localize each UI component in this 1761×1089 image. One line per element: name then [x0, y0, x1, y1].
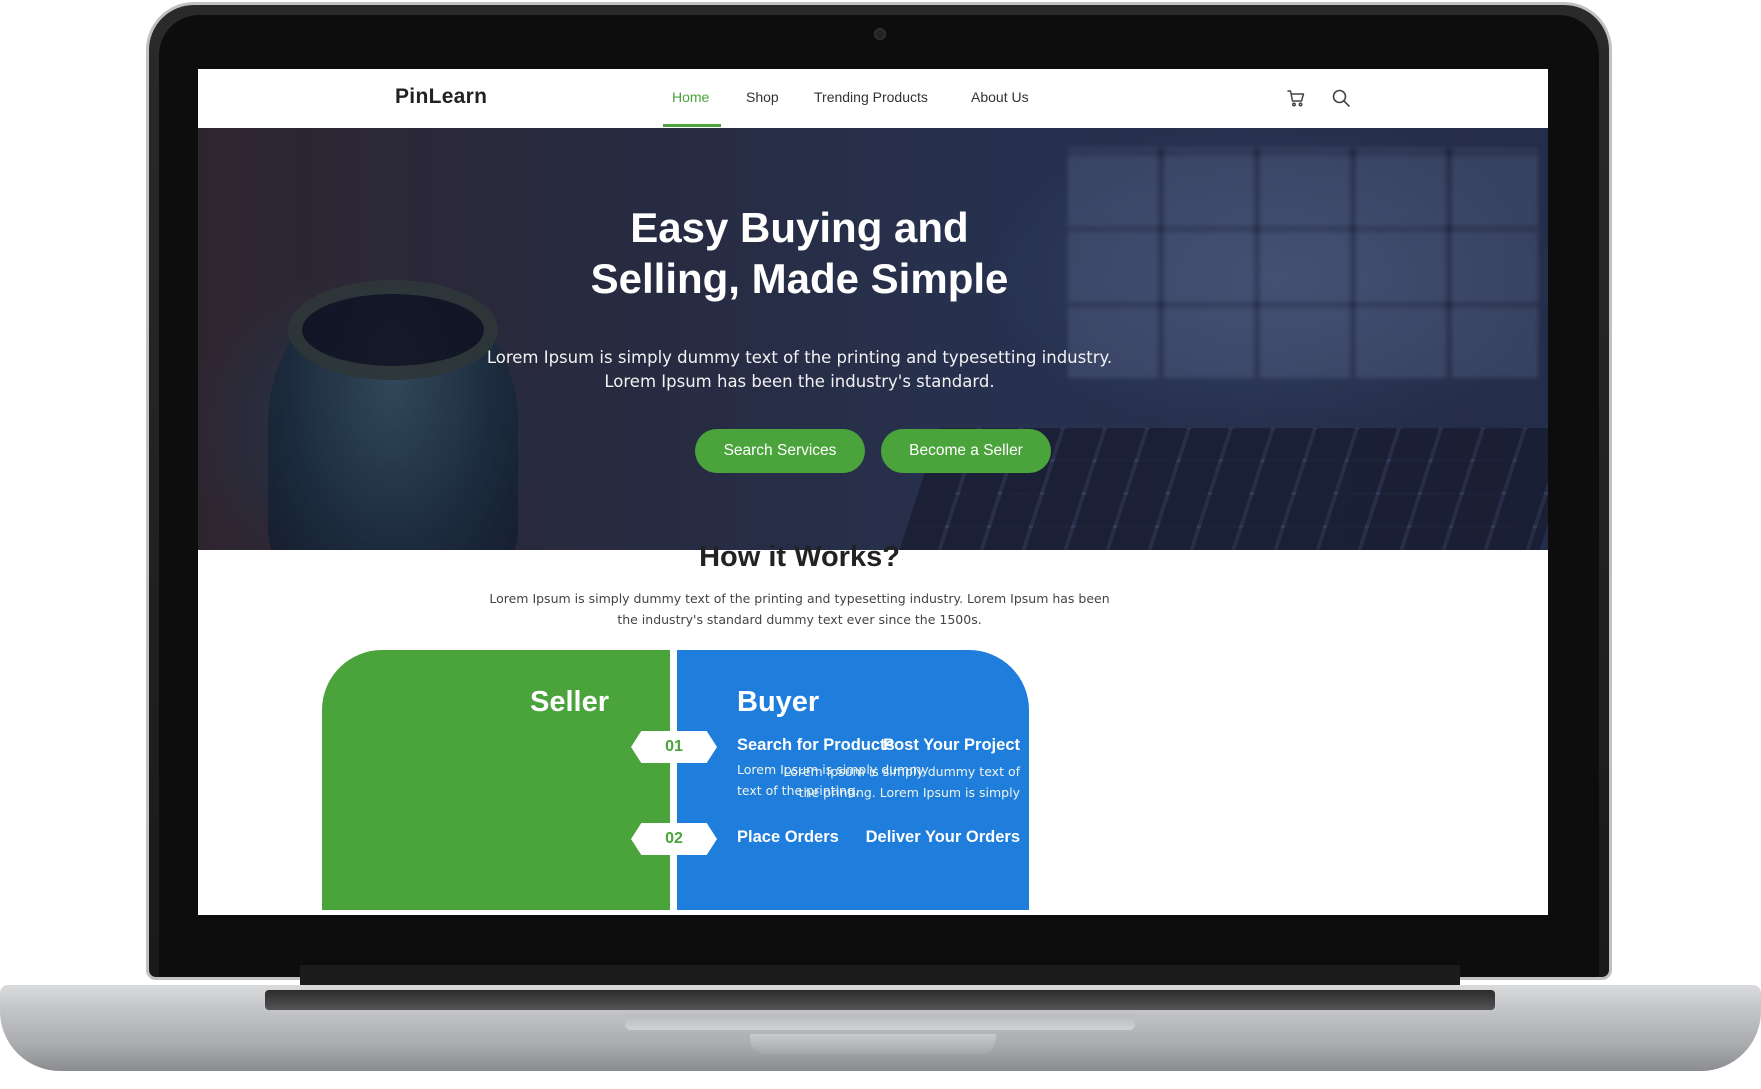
how-it-works-title: How it Works? [699, 541, 900, 573]
site-logo[interactable]: PinLearn [395, 85, 487, 109]
nav-item-trending-products[interactable]: Trending Products [814, 89, 928, 105]
hero-subtitle: Lorem Ipsum is simply dummy text of the … [198, 346, 1401, 394]
buyer-step-1-title: Search for Products [737, 736, 895, 754]
nav-item-shop[interactable]: Shop [746, 89, 779, 105]
become-seller-button[interactable]: Become a Seller [881, 429, 1051, 473]
hero-title: Easy Buying and Selling, Made Simple [198, 202, 1401, 304]
search-services-button[interactable]: Search Services [695, 429, 865, 473]
how-subtitle-line-1: Lorem Ipsum is simply dummy text of the … [489, 591, 1110, 606]
hero-overlay [198, 128, 1548, 550]
nav-item-home[interactable]: Home [672, 89, 709, 105]
top-navbar: PinLearn Home Shop Trending Products Abo… [198, 69, 1548, 129]
buyer-step-1-text: Lorem Ipsum is simply dummy text of the … [737, 759, 929, 801]
seller-step-1-title: Post Your Project [883, 736, 1020, 754]
hero-title-line-1: Easy Buying and [630, 204, 969, 251]
cart-icon[interactable] [1286, 88, 1306, 108]
browser-viewport: PinLearn Home Shop Trending Products Abo… [198, 69, 1548, 915]
nav-item-about-us[interactable]: About Us [971, 89, 1029, 105]
step-badge-02: 02 [631, 823, 717, 855]
hero-subtitle-line-1: Lorem Ipsum is simply dummy text of the … [486, 348, 1113, 367]
active-nav-indicator [663, 124, 721, 127]
buyer-step-1-text-line-2: text of the printing. [737, 783, 859, 798]
buyer-step-2-title: Place Orders [737, 828, 839, 846]
laptop-keyboard-slot [265, 990, 1495, 1010]
seller-heading: Seller [530, 686, 609, 718]
seller-panel [322, 650, 670, 910]
hero-title-line-2: Selling, Made Simple [590, 255, 1009, 302]
laptop-opening-notch [750, 1034, 996, 1054]
laptop-trackpad-edge [625, 1014, 1135, 1030]
how-it-works-subtitle: Lorem Ipsum is simply dummy text of the … [198, 588, 1401, 630]
seller-step-2-title: Deliver Your Orders [865, 828, 1020, 846]
search-icon[interactable] [1331, 88, 1351, 108]
webcam-icon [874, 28, 886, 40]
buyer-heading: Buyer [737, 686, 820, 718]
buyer-step-1-text-line-1: Lorem Ipsum is simply dummy [737, 762, 929, 777]
how-subtitle-line-2: the industry's standard dummy text ever … [617, 612, 982, 627]
hero-subtitle-line-2: Lorem Ipsum has been the industry's stan… [604, 372, 995, 391]
step-badge-01: 01 [631, 731, 717, 763]
hero-banner: Easy Buying and Selling, Made Simple Lor… [198, 128, 1548, 550]
